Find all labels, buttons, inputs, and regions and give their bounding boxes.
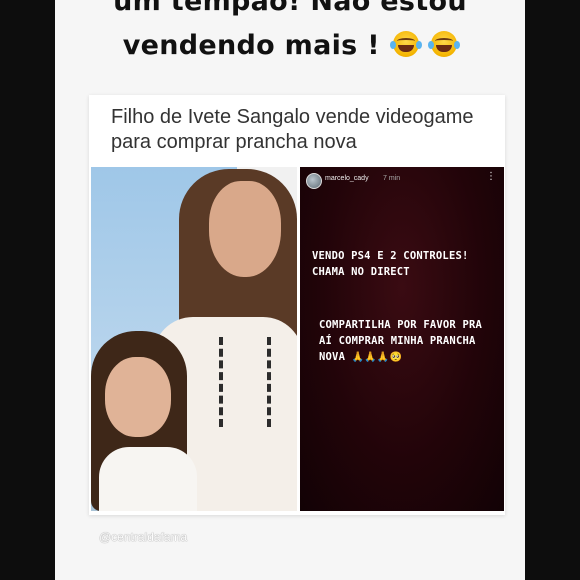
face-with-tears-of-joy-icon [389,31,422,57]
caption-line-1: um tempão! Não estou [113,0,467,17]
watermark: @centraldafama [99,530,188,544]
caption-line-2-text: vendendo mais ! [122,30,380,61]
ig-story-text-2: COMPARTILHA POR FAVOR PRA AÍ COMPRAR MIN… [319,317,501,366]
news-card: Filho de Ivete Sangalo vende videogame p… [89,95,505,515]
instagram-story-screenshot: marcelo_cady 7 min ⋮ VENDO PS4 E 2 CONTR… [300,167,504,511]
avatar [306,173,322,189]
story-frame: um tempão! Não estou vendendo mais ! Fil… [55,0,525,580]
ig-username: marcelo_cady [325,175,369,182]
news-headline: Filho de Ivete Sangalo vende videogame p… [111,106,474,153]
ig-timestamp: 7 min [383,175,401,182]
more-vertical-icon: ⋮ [486,171,496,182]
caption-line-2: vendendo mais ! [55,30,525,61]
folded-hands-icon: 🙏🙏🙏🥺 [351,352,403,363]
ig-story-text-1: VENDO PS4 E 2 CONTROLES! CHAMA NO DIRECT [312,250,469,278]
news-photo [91,167,297,511]
face-with-tears-of-joy-icon [428,31,461,57]
